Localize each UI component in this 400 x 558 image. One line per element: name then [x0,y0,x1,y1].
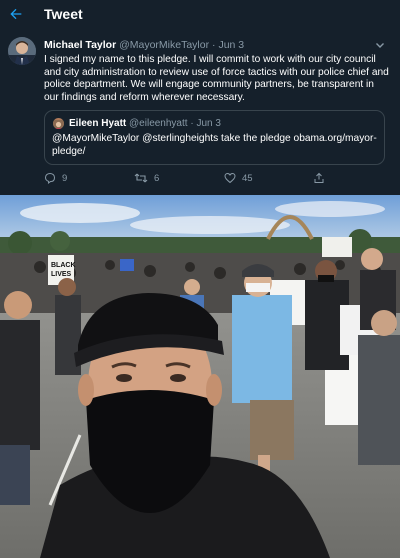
retweet-icon [134,173,148,183]
share-icon [314,172,324,183]
chevron-down-icon [376,43,384,48]
more-options-button[interactable] [374,38,386,50]
protest-sign-text: BLACK [51,262,76,269]
share-button[interactable] [313,172,325,184]
tweet-meta: Michael Taylor @MayorMikeTaylor · Jun 3 [44,39,244,51]
reply-count: 9 [62,172,68,184]
author-name[interactable]: Michael Taylor [44,39,116,51]
reply-button[interactable]: 9 [44,172,67,184]
quoted-author-name: Eileen Hyatt [69,118,127,129]
retweet-button[interactable]: 6 [134,172,159,184]
arrow-left-icon [10,8,22,20]
tweet-date[interactable]: Jun 3 [218,39,244,51]
action-bar: 9 6 45 [0,172,400,190]
quoted-meta: Eileen Hyatt @eileenhyatt · Jun 3 [69,118,221,129]
quoted-separator: · [190,118,194,129]
avatar[interactable] [8,37,36,65]
retweet-count: 6 [154,172,160,184]
tweet: Michael Taylor @MayorMikeTaylor · Jun 3 … [0,29,400,195]
quoted-tweet[interactable]: Eileen Hyatt @eileenhyatt · Jun 3 @Mayor… [44,110,385,165]
reply-icon [44,172,56,184]
tweet-photo[interactable]: BLACK LIVES [0,195,400,558]
like-button[interactable]: 45 [224,172,253,184]
heart-icon [224,172,236,184]
back-button[interactable] [6,4,26,24]
page-title: Tweet [44,6,83,22]
tweet-text: I signed my name to this pledge. I will … [44,54,389,103]
quoted-date: Jun 3 [196,118,221,129]
like-count: 45 [242,172,253,184]
quoted-text: @MayorMikeTaylor @sterlingheights take t… [52,133,377,157]
svg-text:LIVES: LIVES [51,271,72,278]
top-bar: Tweet [0,0,400,29]
protest-selfie-photo: BLACK LIVES [0,195,400,558]
quoted-author-handle: @eileenhyatt [129,118,188,129]
quoted-avatar [53,118,64,129]
author-handle[interactable]: @MayorMikeTaylor [119,39,209,51]
meta-separator: · [212,39,216,51]
